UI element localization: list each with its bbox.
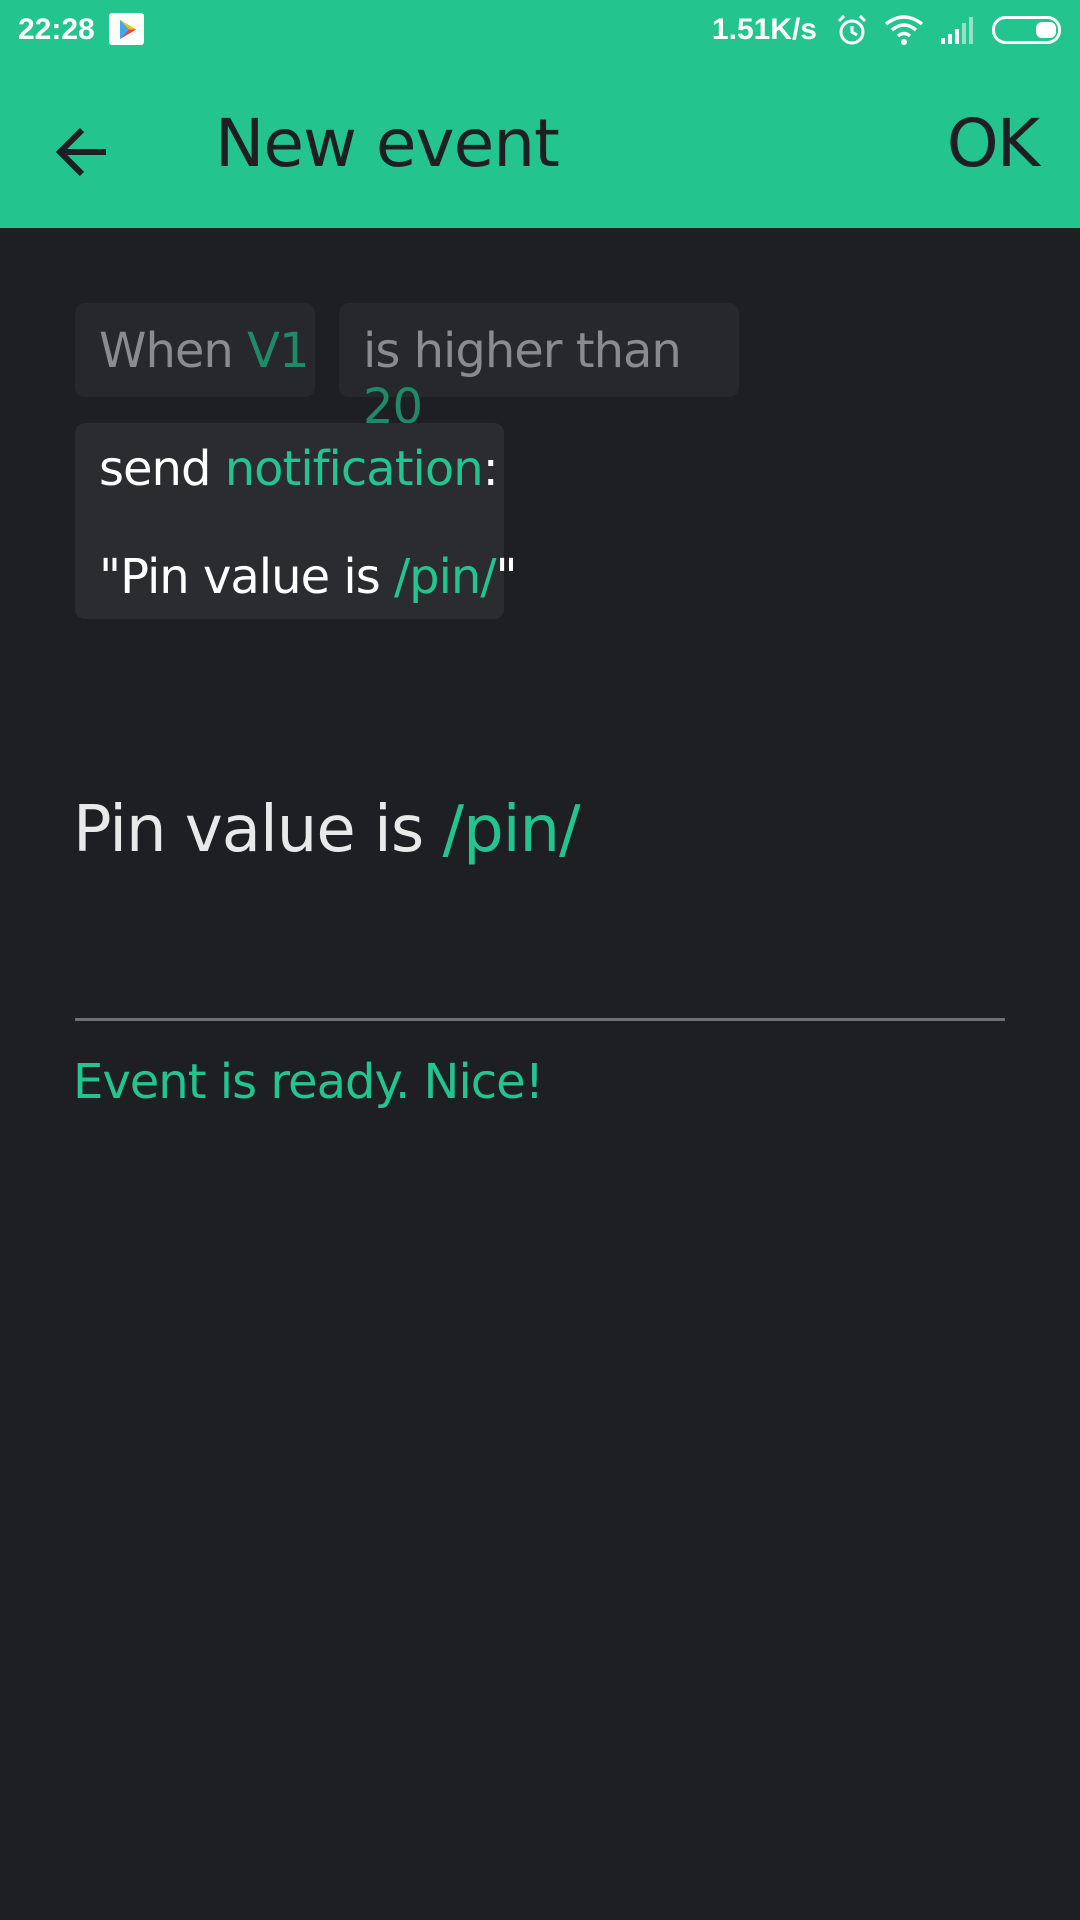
status-time: 22:28 [18,13,95,46]
network-speed: 1.51K/s [711,13,817,46]
pin-placeholder: /pin/ [393,549,497,605]
operator-label: is higher than [363,323,682,379]
condition-chip[interactable]: is higher than 20 [339,303,739,435]
message-pin-token: /pin/ [442,793,581,867]
signal-icon [940,16,976,49]
play-store-icon [109,13,144,45]
action-line: send notification: [99,441,504,497]
app-bar: New event OK [0,60,1080,228]
status-bar: 22:28 1.51K/s [0,0,1080,60]
message-text: Pin value is [73,793,443,867]
arrow-left-icon [55,127,106,177]
when-label: When [99,323,234,379]
back-button[interactable] [44,112,124,192]
input-underline [75,1018,1005,1021]
action-type: notification [224,441,484,497]
page-title: New event [215,105,560,182]
action-chip[interactable]: send notification: "Pin value is /pin/" [75,423,518,619]
ok-button[interactable]: OK [947,104,1040,184]
action-colon: : [482,441,499,497]
quote-close: " [495,549,518,605]
helper-text: Event is ready. Nice! [73,1054,544,1110]
battery-icon [992,16,1064,49]
action-message-preview: "Pin value is /pin/" [99,549,518,605]
pin-value: V1 [247,323,309,379]
quote-open: "Pin value is [99,549,394,605]
message-input[interactable]: Pin value is /pin/ [73,790,581,870]
pin-selector-chip[interactable]: When V1 [75,303,315,397]
send-label: send [99,441,211,497]
wifi-icon [884,14,924,51]
new-event-screen: 22:28 1.51K/s New event OK When V1 is hi… [0,0,1080,1920]
alarm-icon [834,12,870,53]
